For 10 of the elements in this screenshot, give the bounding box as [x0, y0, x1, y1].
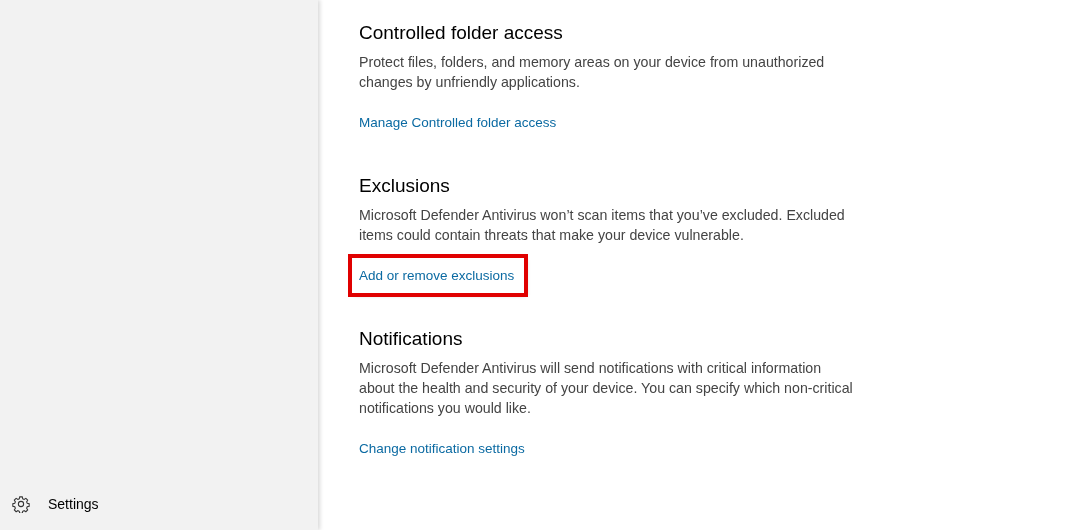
section-description: Protect files, folders, and memory areas on your device from unauthorized changes by unfriendly applications. [359, 53, 826, 92]
section-description: Microsoft Defender Antivirus will send notifications with critical information about the health and security of your device. You can specify which non-critical notifications you would like. [359, 359, 854, 418]
settings-link[interactable]: Settings [48, 496, 99, 512]
section-title: Controlled folder access [359, 22, 564, 44]
section-description: Microsoft Defender Antivirus won’t scan items that you’ve excluded. Excluded items could contain threats that make your device vulnerable. [359, 206, 846, 245]
section-link[interactable]: Manage Controlled folder access [359, 114, 557, 130]
section-link[interactable]: Change notification settings [359, 440, 525, 456]
section-title: Notifications [359, 328, 464, 350]
section-title: Exclusions [359, 175, 451, 197]
settings-icon[interactable] [12, 495, 30, 513]
